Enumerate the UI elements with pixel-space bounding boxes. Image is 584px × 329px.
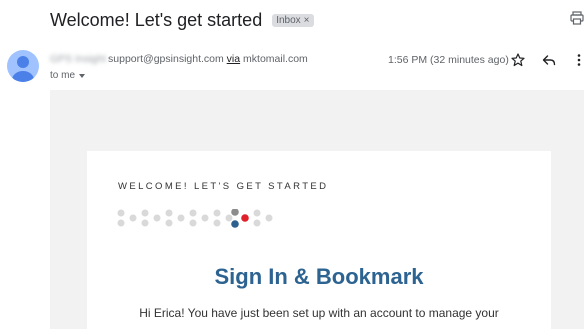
inbox-label-chip[interactable]: Inbox ×	[272, 13, 314, 27]
star-icon[interactable]	[511, 53, 525, 67]
more-vert-icon[interactable]	[574, 53, 584, 67]
sender-avatar[interactable]	[7, 50, 39, 82]
sign-in-headline: Sign In & Bookmark	[214, 264, 424, 289]
via-domain: mktomail.com	[243, 53, 308, 65]
email-timestamp: 1:56 PM (32 minutes ago)	[388, 54, 509, 66]
sender-line: GPS Insight support@gpsinsight.com via mk…	[50, 53, 308, 65]
sender-name[interactable]: GPS Insight	[50, 53, 106, 65]
recipient-toggle[interactable]: to me	[50, 70, 86, 81]
eyebrow-heading: WELCOME! LET'S GET STARTED	[118, 181, 329, 192]
via-link[interactable]: via	[227, 53, 240, 65]
inbox-label-text: Inbox	[276, 14, 301, 26]
person-icon	[12, 56, 34, 82]
print-icon[interactable]	[570, 11, 584, 25]
chevron-down-icon	[79, 74, 86, 78]
email-subject: Welcome! Let's get started	[50, 9, 263, 30]
welcome-body-text: Hi Erica! You have just been set up with…	[139, 306, 499, 320]
email-content-card: WELCOME! LET'S GET STARTED Sign In & Boo…	[87, 151, 551, 329]
brand-dots-graphic	[117, 209, 273, 228]
subject-row: Welcome! Let's get started Inbox ×	[50, 8, 314, 32]
sender-email: support@gpsinsight.com	[108, 53, 224, 65]
recipient-text: to me	[50, 70, 76, 81]
remove-label-icon[interactable]: ×	[304, 15, 310, 26]
reply-icon[interactable]	[542, 53, 556, 67]
